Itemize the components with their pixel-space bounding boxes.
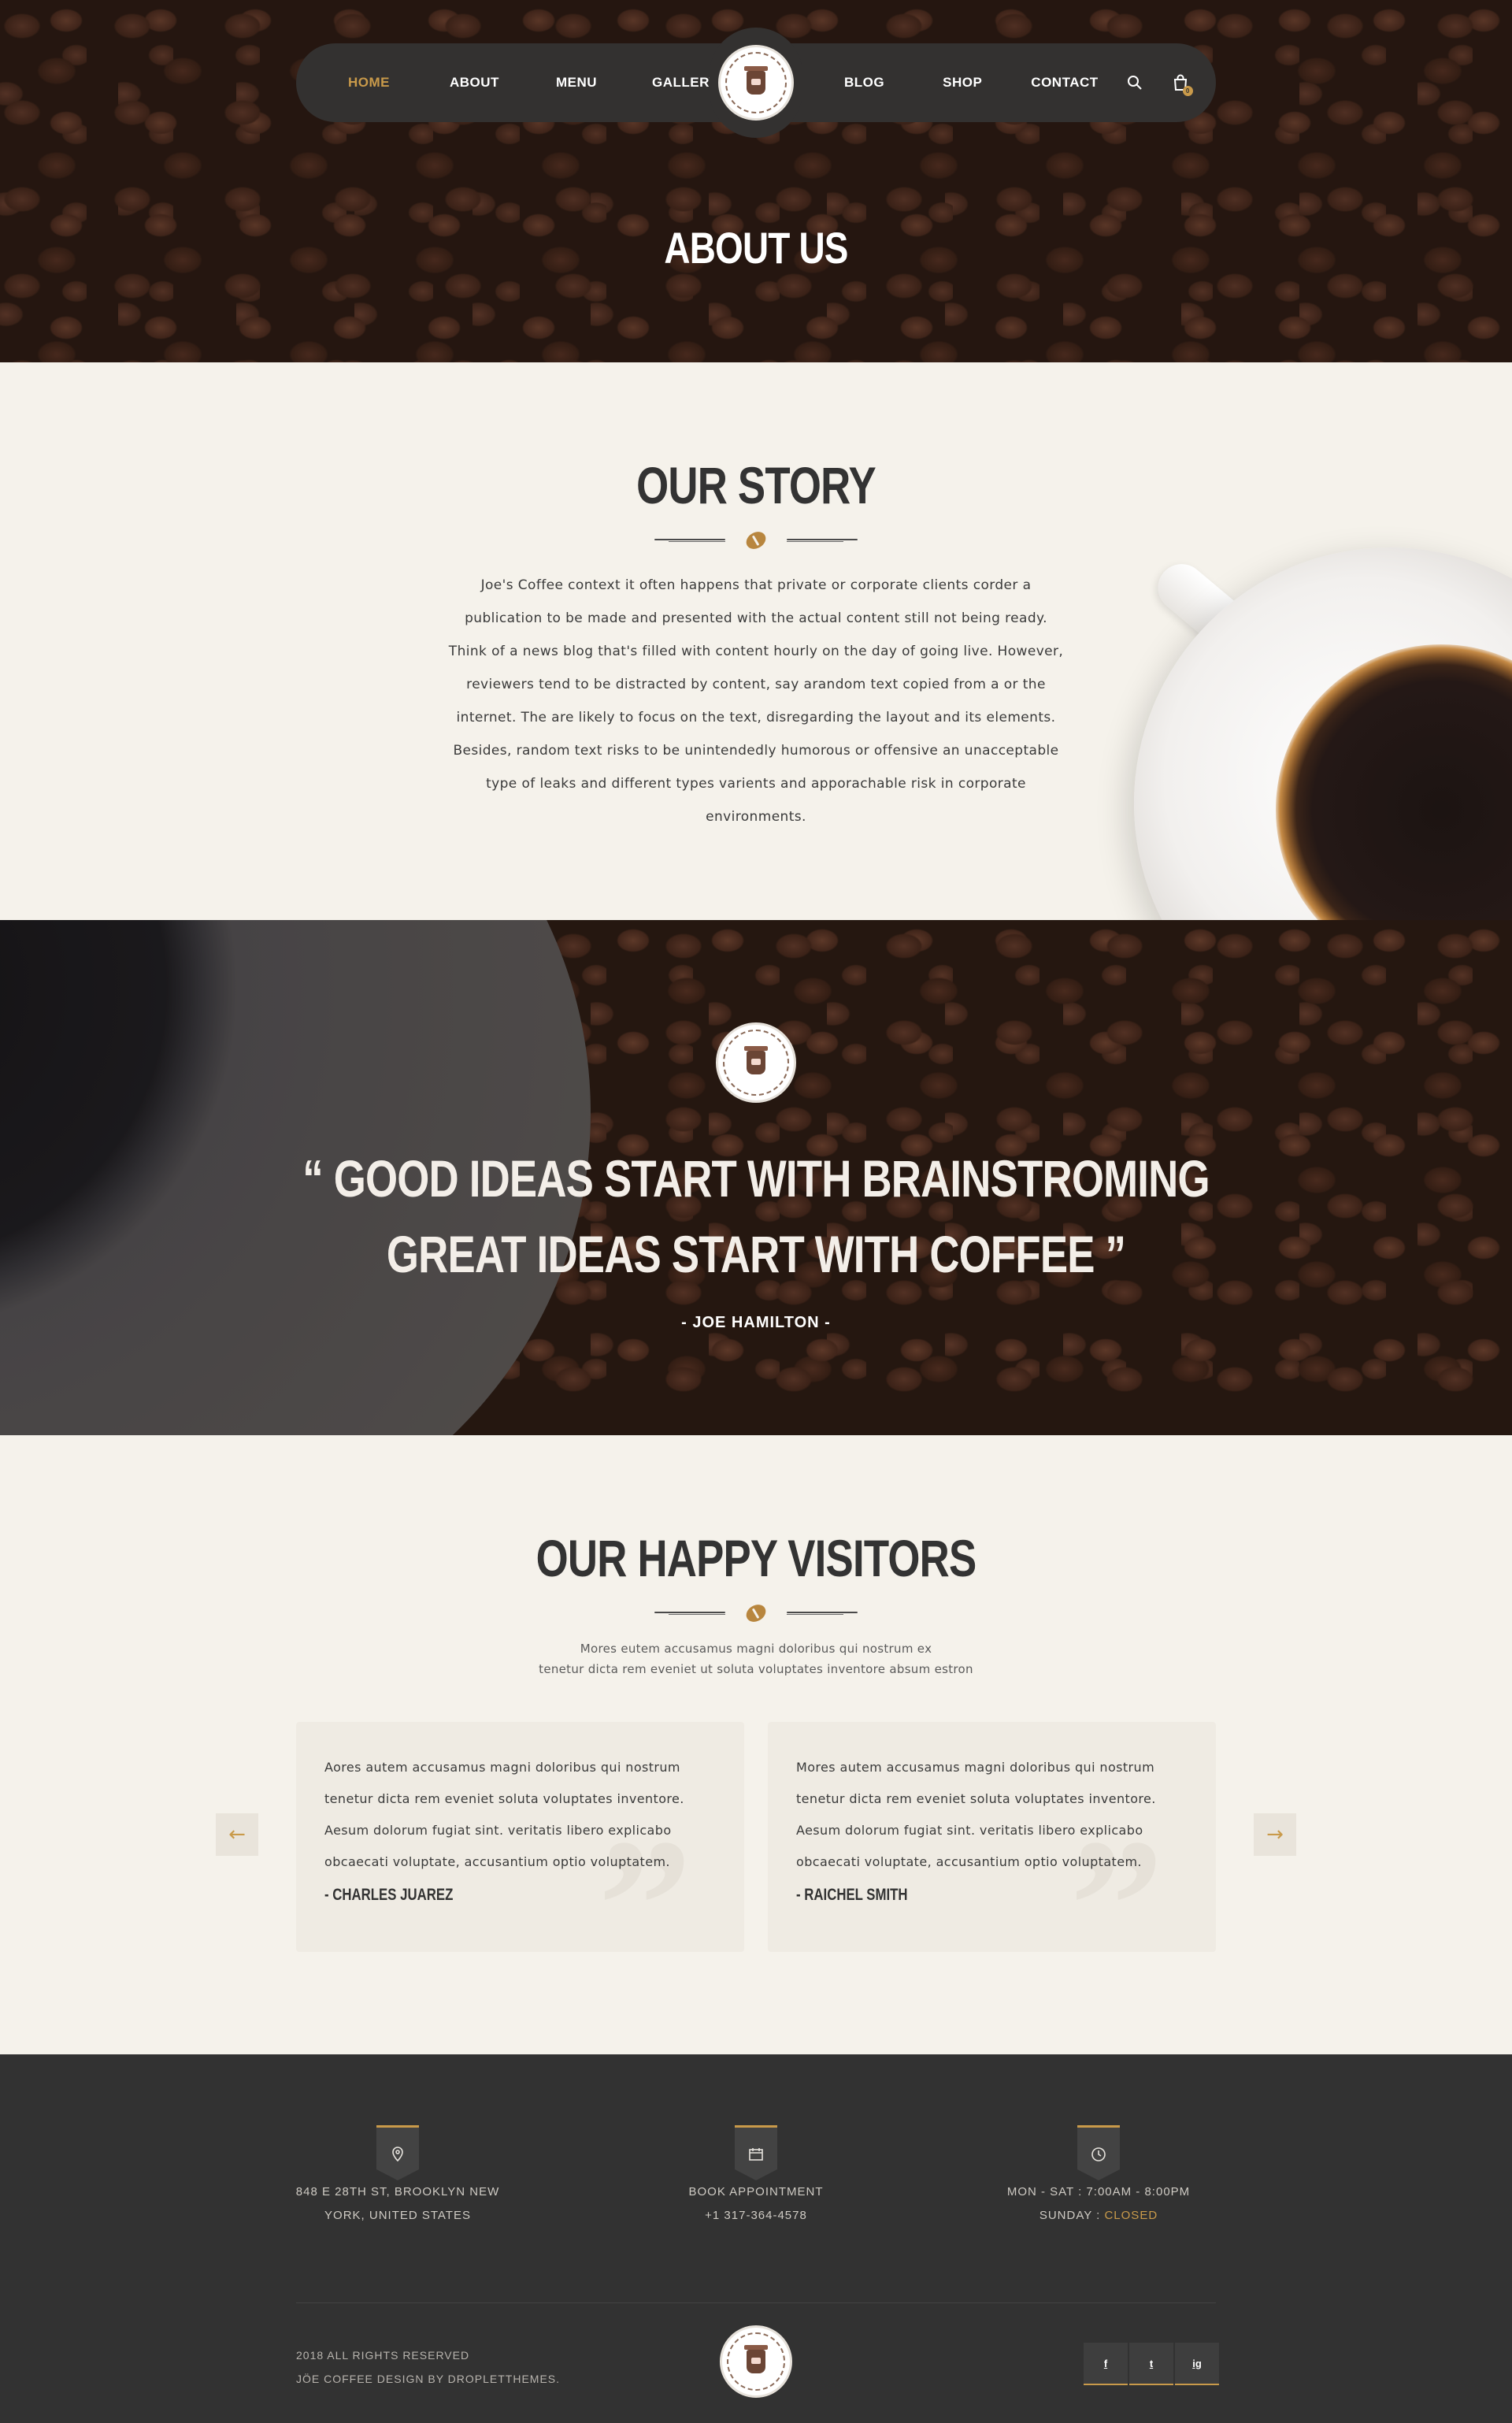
nav-link-shop[interactable]: SHOP (943, 75, 982, 91)
coffee-cup-icon (744, 2345, 768, 2373)
title-divider (0, 1601, 1512, 1626)
twitter-icon[interactable]: t (1129, 2343, 1173, 2385)
story-section: OUR STORY Joe's Coffee context it often … (0, 362, 1512, 920)
appointment-label: BOOK APPOINTMENT (688, 2185, 824, 2199)
divider-line-left (654, 538, 725, 543)
testimonial-text: Aores autem accusamus magni doloribus qu… (324, 1760, 684, 1869)
testimonial-card: ” Mores autem accusamus magni doloribus … (768, 1722, 1216, 1952)
hours-sunday: SUNDAY : CLOSED (973, 2204, 1225, 2228)
coffee-bean-icon (743, 1601, 769, 1626)
coffee-bean-icon (743, 528, 769, 553)
testimonial-carousel: ” Aores autem accusamus magni doloribus … (296, 1722, 1216, 1952)
nav-left-group: HOME ABOUT MENU GALLERY (348, 43, 718, 122)
testimonial-author: - RAICHEL SMITH (796, 1886, 908, 1904)
arrow-right-icon: → (1266, 1823, 1284, 1846)
nav-link-about[interactable]: ABOUT (450, 75, 499, 91)
brand-logo[interactable] (718, 45, 794, 121)
visitors-title: OUR HAPPY VISITORS (536, 1529, 977, 1587)
footer-logo[interactable] (720, 2325, 792, 2398)
coffee-cup-icon (744, 66, 768, 95)
quote-line-1: “ GOOD IDEAS START WITH BRAINSTROMING (302, 1149, 1210, 1208)
search-icon[interactable] (1127, 75, 1143, 91)
address-line-1: 848 E 28TH ST, BROOKLYN NEW (295, 2185, 500, 2199)
page-title: ABOUT US (664, 223, 848, 273)
footer-address-block: 848 E 28TH ST, BROOKLYN NEW YORK, UNITED… (272, 2125, 524, 2228)
divider-line-right (787, 538, 858, 543)
visitors-subtitle-line-2: tenetur dicta rem eveniet ut soluta volu… (539, 1662, 973, 1676)
title-divider (0, 528, 1512, 553)
divider-line-right (787, 1611, 858, 1616)
divider-line-left (654, 1611, 725, 1616)
cart-count-badge: 0 (1182, 86, 1193, 96)
story-title: OUR STORY (636, 456, 876, 514)
story-paragraph: Joe's Coffee context it often happens th… (448, 577, 1064, 825)
next-arrow-button[interactable]: → (1254, 1813, 1296, 1856)
arrow-left-icon: ← (228, 1823, 246, 1846)
quote-section: “ GOOD IDEAS START WITH BRAINSTROMING GR… (0, 920, 1512, 1435)
nav-logo-wrap[interactable] (710, 28, 802, 138)
calendar-icon (735, 2125, 777, 2180)
appointment-phone[interactable]: +1 317-364-4578 (630, 2204, 882, 2228)
footer-divider (296, 2302, 1216, 2303)
quote-logo (716, 1022, 796, 1103)
nav-link-blog[interactable]: BLOG (844, 75, 884, 91)
coffee-cup-icon (744, 1046, 768, 1074)
testimonial-text: Mores autem accusamus magni doloribus qu… (796, 1760, 1156, 1869)
quote-line-2: GREAT IDEAS START WITH COFFEE ” (386, 1225, 1126, 1283)
visitors-subtitle-line-1: Mores eutem accusamus magni doloribus qu… (580, 1642, 932, 1656)
nav-link-menu[interactable]: MENU (556, 75, 597, 91)
visitors-section: OUR HAPPY VISITORS Mores eutem accusamus… (0, 1435, 1512, 2054)
facebook-icon[interactable]: f (1084, 2343, 1128, 2385)
quote-content: “ GOOD IDEAS START WITH BRAINSTROMING GR… (0, 1022, 1512, 1332)
social-links: f t ig (1084, 2343, 1219, 2385)
quote-author: - JOE HAMILTON - (681, 1314, 831, 1331)
nav-link-contact[interactable]: CONTACT (1031, 75, 1098, 91)
hours-sunday-label: SUNDAY : (1039, 2209, 1105, 2222)
instagram-icon[interactable]: ig (1175, 2343, 1219, 2385)
nav-link-home[interactable]: HOME (348, 75, 390, 91)
footer-appointment-block: BOOK APPOINTMENT +1 317-364-4578 (630, 2125, 882, 2228)
quote-text: “ GOOD IDEAS START WITH BRAINSTROMING GR… (151, 1141, 1361, 1292)
copyright-line-2: JÖE COFFEE DESIGN BY DROPLETTHEMES. (296, 2373, 561, 2385)
address-line-2: YORK, UNITED STATES (324, 2209, 471, 2222)
copyright-line-1: 2018 ALL RIGHTS RESERVED (296, 2349, 470, 2362)
nav-right-group: BLOG SHOP CONTACT 0 (844, 43, 1193, 122)
nav-link-gallery[interactable]: GALLERY (652, 75, 718, 91)
cart-icon[interactable]: 0 (1173, 74, 1193, 96)
location-icon (376, 2125, 419, 2180)
testimonial-author: - CHARLES JUAREZ (324, 1886, 454, 1904)
site-footer: 848 E 28TH ST, BROOKLYN NEW YORK, UNITED… (0, 2054, 1512, 2423)
testimonial-card: ” Aores autem accusamus magni doloribus … (296, 1722, 744, 1952)
main-navigation: HOME ABOUT MENU GALLERY BLOG SHOP CONTAC… (296, 28, 1216, 138)
prev-arrow-button[interactable]: ← (216, 1813, 258, 1856)
hero-section: HOME ABOUT MENU GALLERY BLOG SHOP CONTAC… (0, 0, 1512, 362)
footer-hours-block: MON - SAT : 7:00AM - 8:00PM SUNDAY : CLO… (973, 2125, 1225, 2228)
clock-icon (1077, 2125, 1120, 2180)
copyright: 2018 ALL RIGHTS RESERVED JÖE COFFEE DESI… (296, 2343, 560, 2391)
visitors-subtitle: Mores eutem accusamus magni doloribus qu… (0, 1638, 1512, 1679)
hours-weekdays: MON - SAT : 7:00AM - 8:00PM (1006, 2185, 1191, 2199)
hours-sunday-status: CLOSED (1104, 2209, 1158, 2222)
